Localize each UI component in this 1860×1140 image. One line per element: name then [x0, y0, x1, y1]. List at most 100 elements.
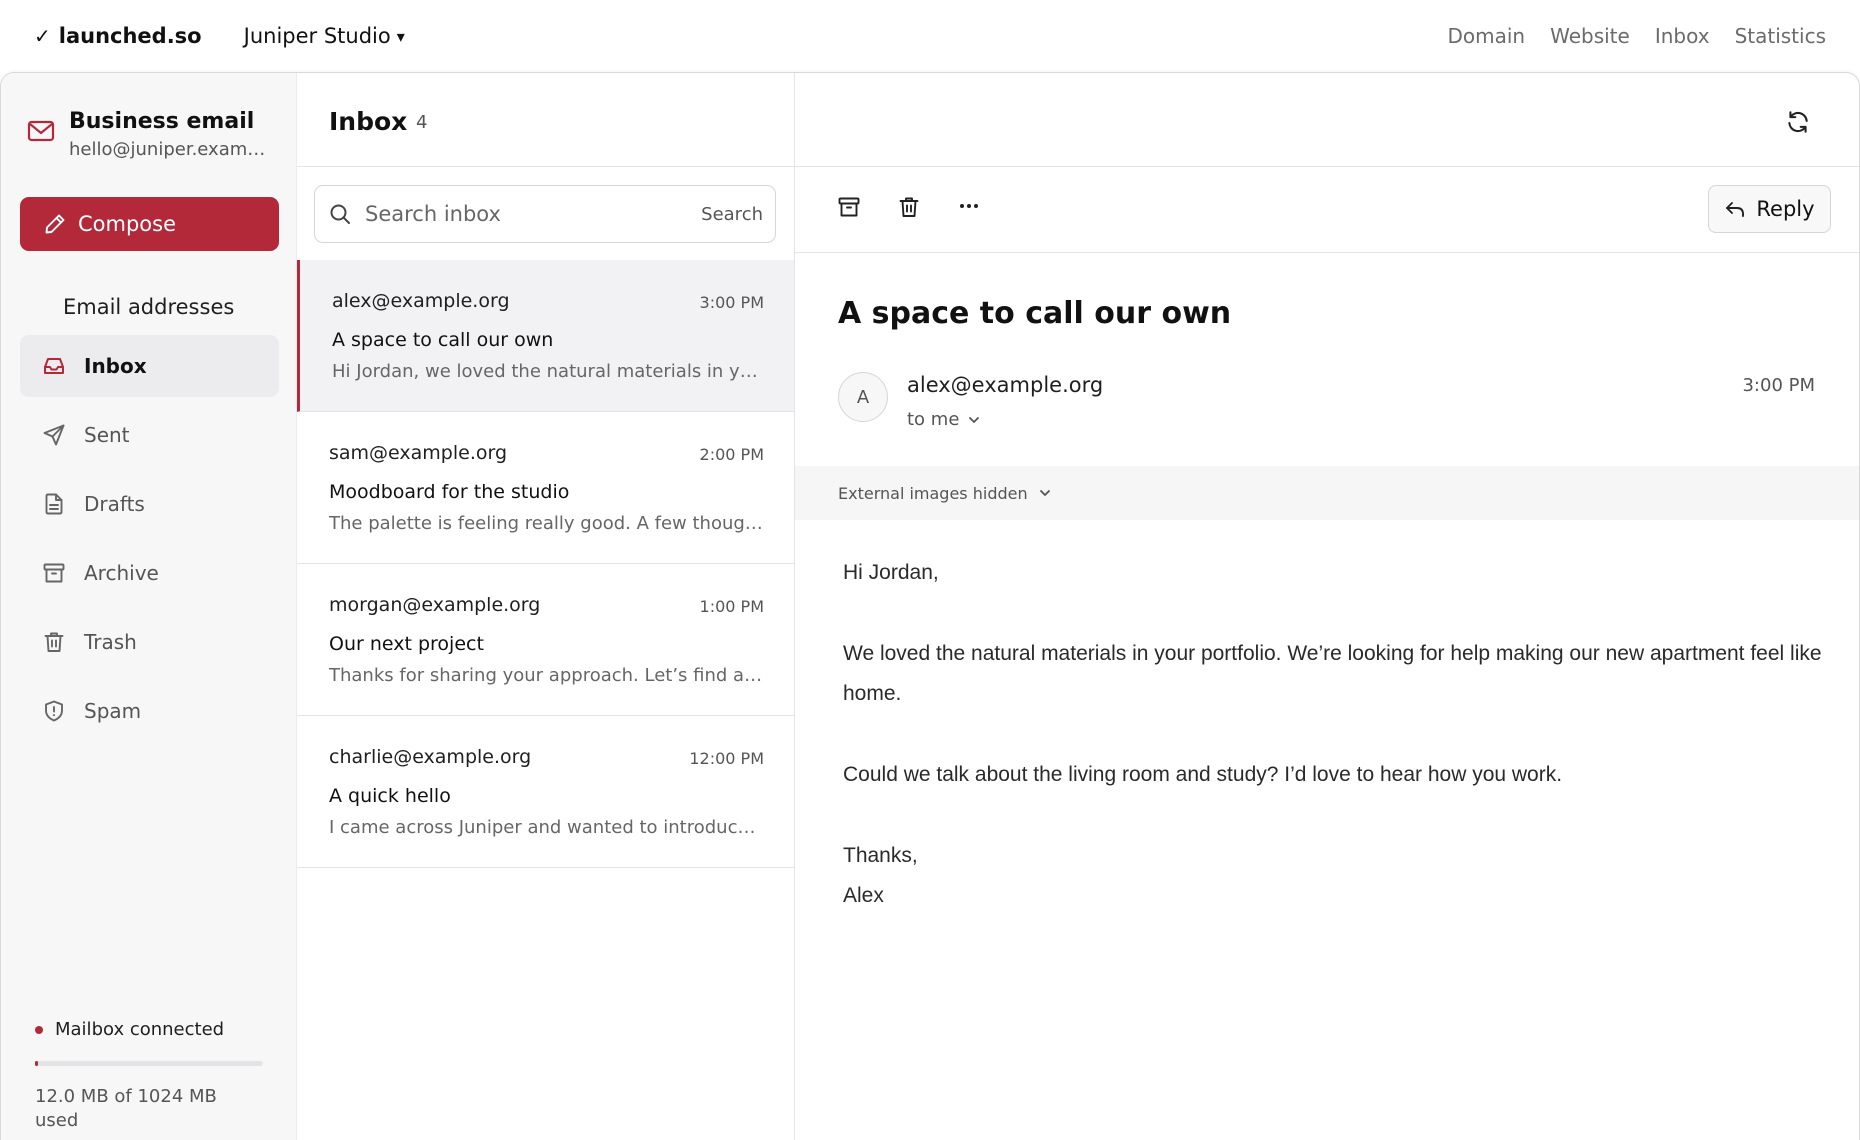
message-list-column: Inbox 4 Search alex@example.org 3:00 PM …: [297, 73, 795, 1140]
status-dot: [35, 1025, 43, 1034]
caret-down-icon: ▾: [396, 26, 405, 46]
external-images-banner[interactable]: External images hidden: [795, 466, 1859, 520]
message-time: 3:00 PM: [699, 293, 764, 312]
sidebar-item-label: Spam: [84, 699, 142, 723]
body-paragraph: We loved the natural materials in your p…: [843, 642, 1822, 705]
message-sender: morgan@example.org: [329, 594, 541, 616]
message-subject: A quick hello: [329, 785, 451, 807]
message-subject: A space to call our own: [332, 329, 554, 351]
account-header: Business email hello@juniper.example.org: [27, 108, 269, 160]
refresh-icon[interactable]: [1785, 109, 1811, 135]
message-timestamp: 3:00 PM: [1742, 375, 1815, 396]
message-sender: charlie@example.org: [329, 746, 532, 768]
message-list: alex@example.org 3:00 PM A space to call…: [297, 260, 794, 868]
archive-icon: [42, 561, 84, 585]
mail-icon: [27, 120, 55, 142]
sidebar-nav: Inbox Sent Drafts Archive Trash Spam: [20, 335, 279, 749]
nav-statistics[interactable]: Statistics: [1735, 24, 1826, 48]
top-bar: ✓ launched.so Juniper Studio ▾ Domain We…: [0, 0, 1860, 72]
message-toolbar: Reply: [795, 167, 1859, 253]
message-preview: I came across Juniper and wanted to intr…: [329, 817, 765, 838]
inbox-icon: [42, 354, 84, 378]
sidebar-item-inbox[interactable]: Inbox: [20, 335, 279, 397]
sidebar-item-label: Archive: [84, 561, 159, 585]
search-button[interactable]: Search: [701, 204, 763, 225]
storage-usage-text: 12.0 MB of 1024 MB used: [35, 1086, 217, 1132]
body-paragraph: Could we talk about the living room and …: [843, 763, 1563, 786]
nav-domain[interactable]: Domain: [1447, 24, 1525, 48]
message-body: Hi Jordan, We loved the natural material…: [843, 553, 1833, 916]
message-time: 1:00 PM: [699, 597, 764, 616]
sidebar-item-label: Inbox: [84, 354, 147, 378]
reply-button[interactable]: Reply: [1708, 185, 1831, 233]
unread-count: 4: [416, 112, 428, 133]
shield-icon: [42, 699, 84, 723]
message-sender: alex@example.org: [332, 290, 510, 312]
app-frame: Business email hello@juniper.example.org…: [0, 72, 1860, 1140]
sidebar-item-spam[interactable]: Spam: [20, 680, 279, 742]
send-icon: [42, 423, 84, 447]
message-subject: Moodboard for the studio: [329, 481, 570, 503]
message-row[interactable]: sam@example.org 2:00 PM Moodboard for th…: [297, 412, 794, 564]
message-preview: The palette is feeling really good. A fe…: [329, 513, 765, 534]
message-time: 2:00 PM: [699, 445, 764, 464]
avatar: A: [838, 372, 888, 422]
nav-website[interactable]: Website: [1550, 24, 1630, 48]
reply-label: Reply: [1756, 197, 1815, 221]
brand[interactable]: ✓ launched.so: [34, 24, 202, 48]
workspace-name: Juniper Studio: [243, 24, 391, 48]
chevron-down-icon: [967, 413, 981, 427]
search-input[interactable]: [365, 202, 702, 226]
reading-pane: Reply A space to call our own A alex@exa…: [297, 73, 1859, 1140]
reply-icon: [1724, 198, 1746, 220]
recipients-toggle[interactable]: to me: [907, 409, 981, 430]
workspace-switcher[interactable]: Juniper Studio ▾: [244, 24, 405, 48]
sidebar: Business email hello@juniper.example.org…: [1, 73, 297, 1140]
message-row[interactable]: charlie@example.org 12:00 PM A quick hel…: [297, 716, 794, 868]
pencil-icon: [44, 213, 78, 235]
recipients-label: to me: [907, 409, 960, 430]
storage-progress-bar: [35, 1061, 263, 1066]
search-icon: [329, 203, 365, 225]
message-preview: Thanks for sharing your approach. Let’s …: [329, 665, 765, 686]
mailbox-status: Mailbox connected: [35, 1019, 224, 1040]
sender-address: alex@example.org: [907, 373, 1104, 397]
message-subject: Our next project: [329, 633, 484, 655]
chevron-down-icon: [1038, 486, 1052, 500]
message-row[interactable]: morgan@example.org 1:00 PM Our next proj…: [297, 564, 794, 716]
brand-name: launched.so: [58, 24, 202, 48]
sidebar-item-drafts[interactable]: Drafts: [20, 473, 279, 535]
list-title: Inbox: [329, 107, 408, 136]
message-preview: Hi Jordan, we loved the natural material…: [332, 361, 768, 382]
sidebar-item-sent[interactable]: Sent: [20, 404, 279, 466]
message-row[interactable]: alex@example.org 3:00 PM A space to call…: [297, 260, 794, 412]
trash-icon[interactable]: [897, 195, 921, 219]
search-box: Search: [314, 185, 776, 243]
compose-button[interactable]: Compose: [20, 197, 279, 251]
storage-progress-fill: [35, 1061, 38, 1066]
check-icon: ✓: [34, 24, 51, 48]
nav-inbox[interactable]: Inbox: [1655, 24, 1710, 48]
body-signoff: Thanks,: [843, 844, 918, 867]
message-sender: sam@example.org: [329, 442, 508, 464]
message-time: 12:00 PM: [689, 749, 764, 768]
trash-icon: [42, 630, 84, 654]
archive-icon[interactable]: [837, 195, 861, 219]
more-icon[interactable]: [956, 193, 982, 219]
body-greeting: Hi Jordan,: [843, 561, 939, 584]
body-signature: Alex: [843, 884, 884, 907]
sidebar-item-label: Drafts: [84, 492, 145, 516]
sidebar-item-label: Trash: [84, 630, 137, 654]
account-title: Business email: [69, 109, 255, 134]
sidebar-item-trash[interactable]: Trash: [20, 611, 279, 673]
sidebar-item-archive[interactable]: Archive: [20, 542, 279, 604]
top-nav: Domain Website Inbox Statistics: [1422, 24, 1826, 48]
message-title: A space to call our own: [838, 296, 1232, 331]
compose-label: Compose: [78, 212, 177, 236]
file-icon: [42, 492, 84, 516]
images-notice: External images hidden: [838, 483, 1028, 503]
sidebar-item-label: Sent: [84, 423, 130, 447]
account-address: hello@juniper.example.org: [69, 138, 269, 160]
status-text: Mailbox connected: [55, 1019, 225, 1040]
email-addresses-label: Email addresses: [63, 295, 235, 319]
